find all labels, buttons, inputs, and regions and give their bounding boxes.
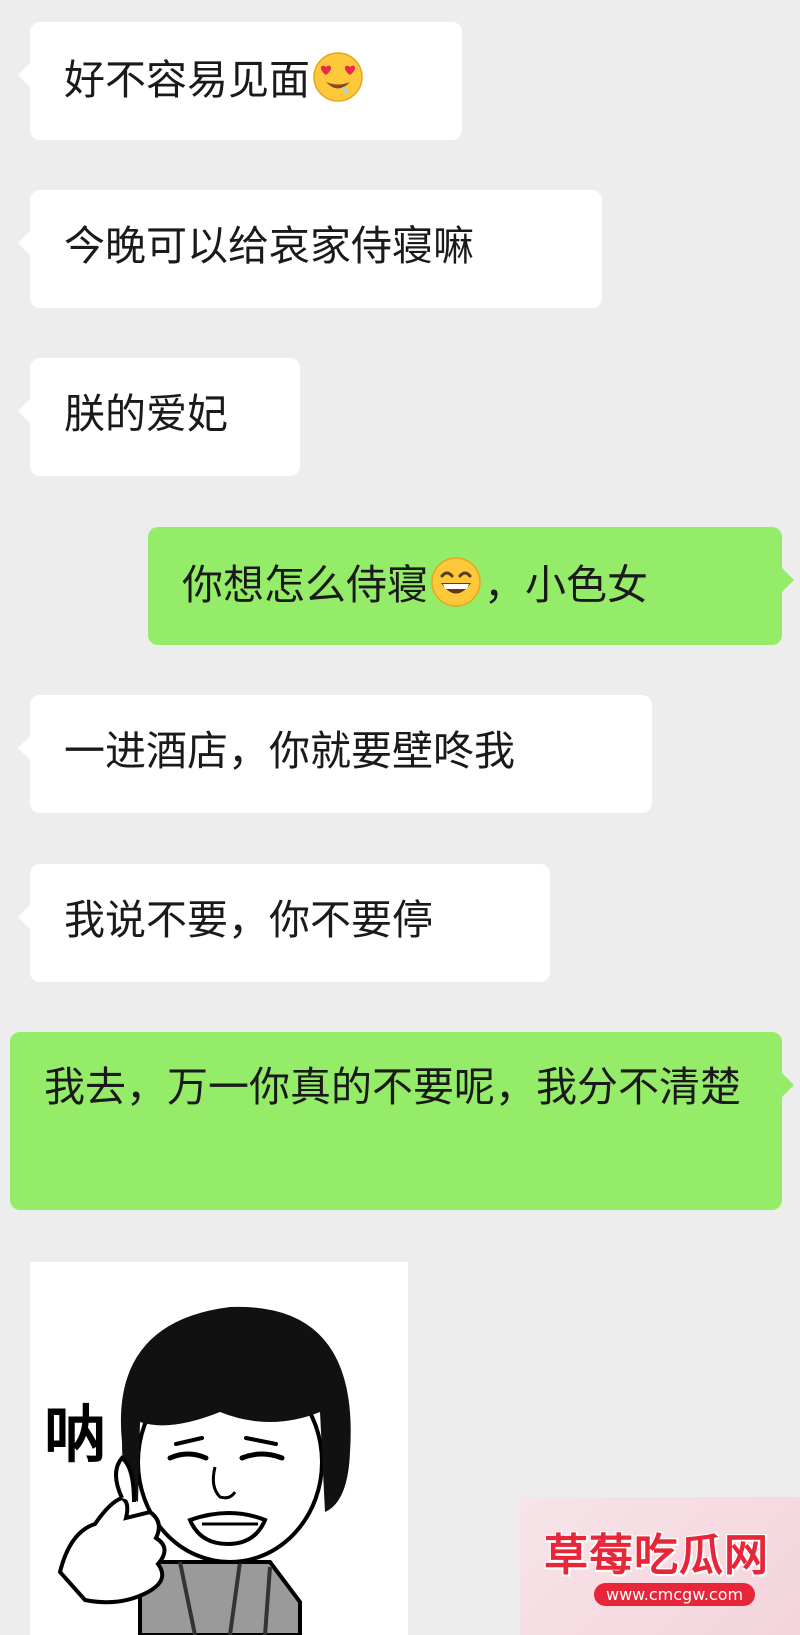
- bubble-tail: [18, 736, 30, 760]
- message-text: 今晚可以给哀家侍寝嘛: [64, 222, 474, 270]
- incoming-message[interactable]: 好不容易见面: [18, 22, 462, 140]
- message-text: 一进酒店，你就要壁咚我: [64, 727, 515, 775]
- message-text: 好不容易见面: [64, 56, 310, 104]
- bubble-tail: [18, 63, 30, 87]
- message-text: 我去，万一你真的不要呢，我分不清楚: [44, 1063, 741, 1111]
- incoming-message[interactable]: 今晚可以给哀家侍寝嘛: [18, 190, 602, 308]
- outgoing-message[interactable]: 你想怎么侍寝 ，小色女: [148, 527, 794, 645]
- watermark-title: 草莓吃瓜网: [544, 1530, 769, 1581]
- bubble-tail: [782, 568, 794, 592]
- bubble-tail: [782, 1073, 794, 1097]
- watermark-url: www.cmcgw.com: [594, 1583, 756, 1606]
- message-text: 我说不要，你不要停: [64, 896, 433, 944]
- message-text: 你想怎么侍寝: [182, 561, 428, 609]
- bubble-tail: [18, 231, 30, 255]
- message-text: 朕的爱妃: [64, 390, 228, 438]
- grinning-emoji-icon: [431, 557, 481, 607]
- incoming-message[interactable]: 一进酒店，你就要壁咚我: [18, 695, 652, 813]
- incoming-message[interactable]: 我说不要，你不要停: [18, 864, 550, 982]
- incoming-message[interactable]: 朕的爱妃: [18, 358, 300, 476]
- bubble-tail: [18, 399, 30, 423]
- outgoing-message[interactable]: 我去，万一你真的不要呢，我分不清楚: [10, 1032, 794, 1210]
- message-text: ，小色女: [484, 561, 648, 609]
- site-watermark: 草莓吃瓜网 www.cmcgw.com: [520, 1497, 800, 1635]
- heart-eyes-emoji-icon: [313, 52, 363, 102]
- mushroom-head-meme-icon: [57, 1306, 351, 1635]
- bubble-tail: [18, 905, 30, 929]
- meme-sticker[interactable]: 呐: [30, 1262, 408, 1635]
